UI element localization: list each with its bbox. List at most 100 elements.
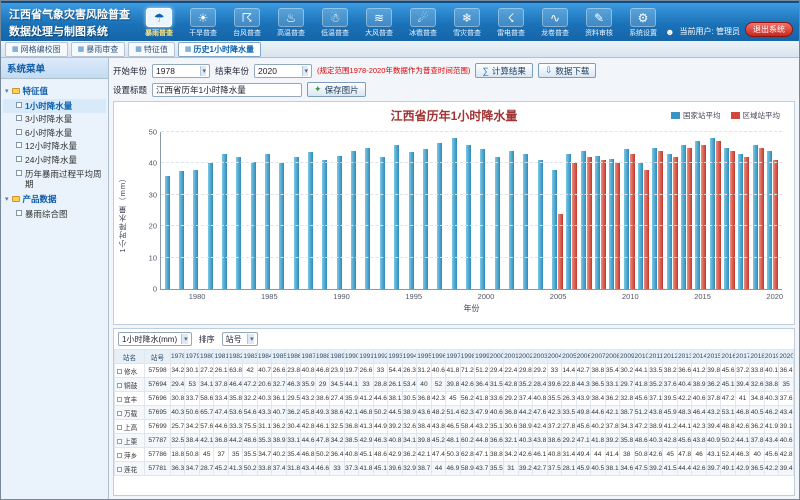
row-checkbox-icon[interactable] xyxy=(117,439,122,444)
tab-2[interactable]: ▦特征值 xyxy=(128,42,175,57)
tool-lightning[interactable]: ☇雷电普查 xyxy=(489,8,533,38)
table-header-cell[interactable]: 1983 xyxy=(243,350,257,364)
tree-item[interactable]: 暴雨综合图 xyxy=(3,207,106,221)
table-header-cell[interactable]: 1995 xyxy=(417,350,431,364)
row-checkbox-icon[interactable] xyxy=(117,397,122,402)
tool-typhoon[interactable]: ☈台风普查 xyxy=(225,8,269,38)
calculate-button[interactable]: ∑ 计算结果 xyxy=(475,63,532,78)
table-header-cell[interactable]: 1985 xyxy=(272,350,286,364)
tool-high-temp[interactable]: ♨高温普查 xyxy=(269,8,313,38)
table-header-cell[interactable]: 1989 xyxy=(330,350,344,364)
tab-0[interactable]: ▦网格编校图 xyxy=(5,42,68,57)
metric-select[interactable]: 1小时降水(mm) ▾ xyxy=(118,332,192,346)
table-header-cell[interactable]: 2004 xyxy=(547,350,561,364)
tree-folder[interactable]: ▾特征值 xyxy=(3,83,106,99)
table-header-cell[interactable]: 1984 xyxy=(257,350,271,364)
table-header-cell[interactable]: 2001 xyxy=(504,350,518,364)
table-header-cell[interactable]: 2000 xyxy=(489,350,503,364)
legend-item[interactable]: 国家站平均 xyxy=(671,110,721,121)
row-checkbox-icon[interactable] xyxy=(117,453,122,458)
tool-rainstorm[interactable]: ☂暴雨普查 xyxy=(137,8,181,38)
table-row-57695[interactable]: 万载5769540.350.665.747.453.654.643.340.73… xyxy=(115,406,794,420)
table-row-57699[interactable]: 上高5769925.734.257.644.633.375.531.136.23… xyxy=(115,420,794,434)
tree-item[interactable]: 3小时降水量 xyxy=(3,113,106,127)
table-header-cell[interactable]: 1981 xyxy=(214,350,228,364)
row-checkbox-icon[interactable] xyxy=(117,411,122,416)
tree-item[interactable]: 6小时降水量 xyxy=(3,126,106,140)
table-header-cell[interactable]: 1996 xyxy=(431,350,445,364)
table-row-57598[interactable]: 修水5759834.230.127.226.163.84240.726.623.… xyxy=(115,364,794,378)
table-header-cell[interactable]: 2003 xyxy=(533,350,547,364)
table-header-cell[interactable]: 2007 xyxy=(591,350,605,364)
tree-folder[interactable]: ▾产品数据 xyxy=(3,191,106,207)
table-header-cell[interactable]: 1993 xyxy=(388,350,402,364)
row-checkbox-icon[interactable] xyxy=(117,383,122,388)
table-header-cell[interactable]: 1992 xyxy=(373,350,387,364)
table-header-cell[interactable]: 2009 xyxy=(620,350,634,364)
start-year-select[interactable]: 1978 ▾ xyxy=(152,64,210,78)
tab-1[interactable]: ▦暴雨审查 xyxy=(71,42,126,57)
table-header-cell[interactable]: 1999 xyxy=(475,350,489,364)
chart-title-input[interactable] xyxy=(152,83,302,97)
tool-snow[interactable]: ❄雪灾普查 xyxy=(445,8,489,38)
tree-item[interactable]: 24小时降水量 xyxy=(3,154,106,168)
logout-button[interactable]: 退出系统 xyxy=(745,22,793,37)
tool-audit[interactable]: ✎资料审核 xyxy=(577,8,621,38)
download-button[interactable]: ⇩ 数据下载 xyxy=(538,63,597,78)
table-header-cell[interactable]: 2018 xyxy=(750,350,764,364)
table-header-cell[interactable]: 2013 xyxy=(677,350,691,364)
table-header-cell[interactable]: 1991 xyxy=(359,350,373,364)
tool-drought[interactable]: ☀干旱普查 xyxy=(181,8,225,38)
table-header-cell[interactable]: 1986 xyxy=(286,350,300,364)
tool-hail[interactable]: ☄冰雹普查 xyxy=(401,8,445,38)
table-header-cell[interactable]: 1998 xyxy=(460,350,474,364)
table-header-cell[interactable]: 2019 xyxy=(764,350,778,364)
table-header-cell[interactable]: 1988 xyxy=(315,350,329,364)
table-header-cell[interactable]: 1997 xyxy=(446,350,460,364)
tool-low-temp[interactable]: ☃低温普查 xyxy=(313,8,357,38)
end-year-select[interactable]: 2020 ▾ xyxy=(254,64,312,78)
table-header-cell[interactable]: 2006 xyxy=(576,350,590,364)
tree-item[interactable]: 历年暴雨过程平均周期 xyxy=(3,167,106,191)
row-checkbox-icon[interactable] xyxy=(117,467,122,472)
row-checkbox-icon[interactable] xyxy=(117,369,122,374)
table-header-cell[interactable]: 2011 xyxy=(648,350,662,364)
table-row-57786[interactable]: 萍乡5778618.850.845373535.534.740.235.446.… xyxy=(115,448,794,462)
table-header-cell[interactable]: 2002 xyxy=(518,350,532,364)
table-header-cell[interactable]: 站号 xyxy=(145,350,171,364)
table-row-57694[interactable]: 铜鼓5769429.45334.137.846.447.220.632.746.… xyxy=(115,378,794,392)
table-header-cell[interactable]: 2010 xyxy=(634,350,648,364)
table-header-cell[interactable]: 2020 xyxy=(779,350,794,364)
table-header-cell[interactable]: 1978 xyxy=(171,350,185,364)
value-cell: 41.5 xyxy=(663,462,677,476)
tool-tornado[interactable]: ∿龙卷普查 xyxy=(533,8,577,38)
table-header-cell[interactable]: 2005 xyxy=(562,350,576,364)
legend-item[interactable]: 区域站平均 xyxy=(731,110,781,121)
save-image-button[interactable]: ✦ 保存图片 xyxy=(307,82,366,97)
table-row-57696[interactable]: 宜丰5769630.833.758.633.435.832.240.336.12… xyxy=(115,392,794,406)
table-header-cell[interactable]: 1994 xyxy=(402,350,416,364)
table-header-cell[interactable]: 1987 xyxy=(301,350,315,364)
table-header-cell[interactable]: 1980 xyxy=(199,350,213,364)
table-header-cell[interactable]: 站名 xyxy=(115,350,145,364)
table-header-cell[interactable]: 1990 xyxy=(344,350,358,364)
table-header-cell[interactable]: 1979 xyxy=(185,350,199,364)
table-header-cell[interactable]: 2008 xyxy=(605,350,619,364)
table-header-cell[interactable]: 2014 xyxy=(692,350,706,364)
sort-select[interactable]: 站号 ▾ xyxy=(222,332,258,346)
tab-3[interactable]: ▦历史1小时降水量 xyxy=(178,42,261,57)
value-cell: 46.2 xyxy=(764,406,778,420)
tool-wind[interactable]: ≋大风普查 xyxy=(357,8,401,38)
tree-item[interactable]: 12小时降水量 xyxy=(3,140,106,154)
table-row-57781[interactable]: 莲花5778136.334.728.745.241.350.233.837.43… xyxy=(115,462,794,476)
table-header-cell[interactable]: 2015 xyxy=(706,350,720,364)
row-checkbox-icon[interactable] xyxy=(117,425,122,430)
table-header-cell[interactable]: 2017 xyxy=(735,350,749,364)
table-header-cell[interactable]: 1982 xyxy=(228,350,242,364)
table-header-cell[interactable]: 2012 xyxy=(663,350,677,364)
tree-item[interactable]: 1小时降水量 xyxy=(3,99,106,113)
tab-icon: ▦ xyxy=(135,45,142,53)
table-header-cell[interactable]: 2016 xyxy=(721,350,735,364)
table-row-57787[interactable]: 上栗5778732.538.442.136.844.248.635.338.93… xyxy=(115,434,794,448)
tool-settings[interactable]: ⚙系统设置 xyxy=(621,8,665,38)
